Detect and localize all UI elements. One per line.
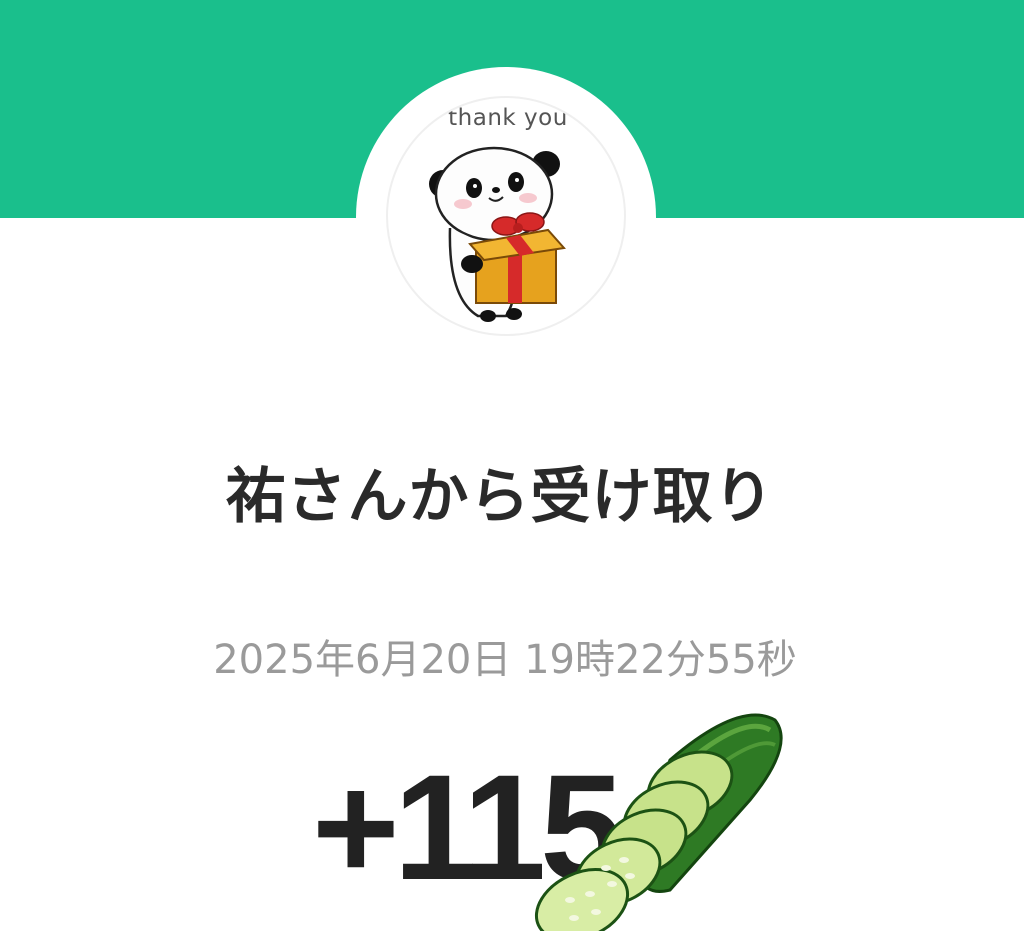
receipt-timestamp: 2025年6月20日 19時22分55秒 — [213, 637, 797, 683]
sticker-avatar: thank you — [386, 96, 626, 336]
panda-gift-icon — [429, 146, 566, 322]
receipt-title: 祐さんから受け取り — [225, 462, 775, 532]
cucumber-icon — [534, 713, 783, 931]
receipt-screen: thank you 祐さんから受け取り 2025年6月20日 19時22分55秒… — [0, 0, 1024, 931]
